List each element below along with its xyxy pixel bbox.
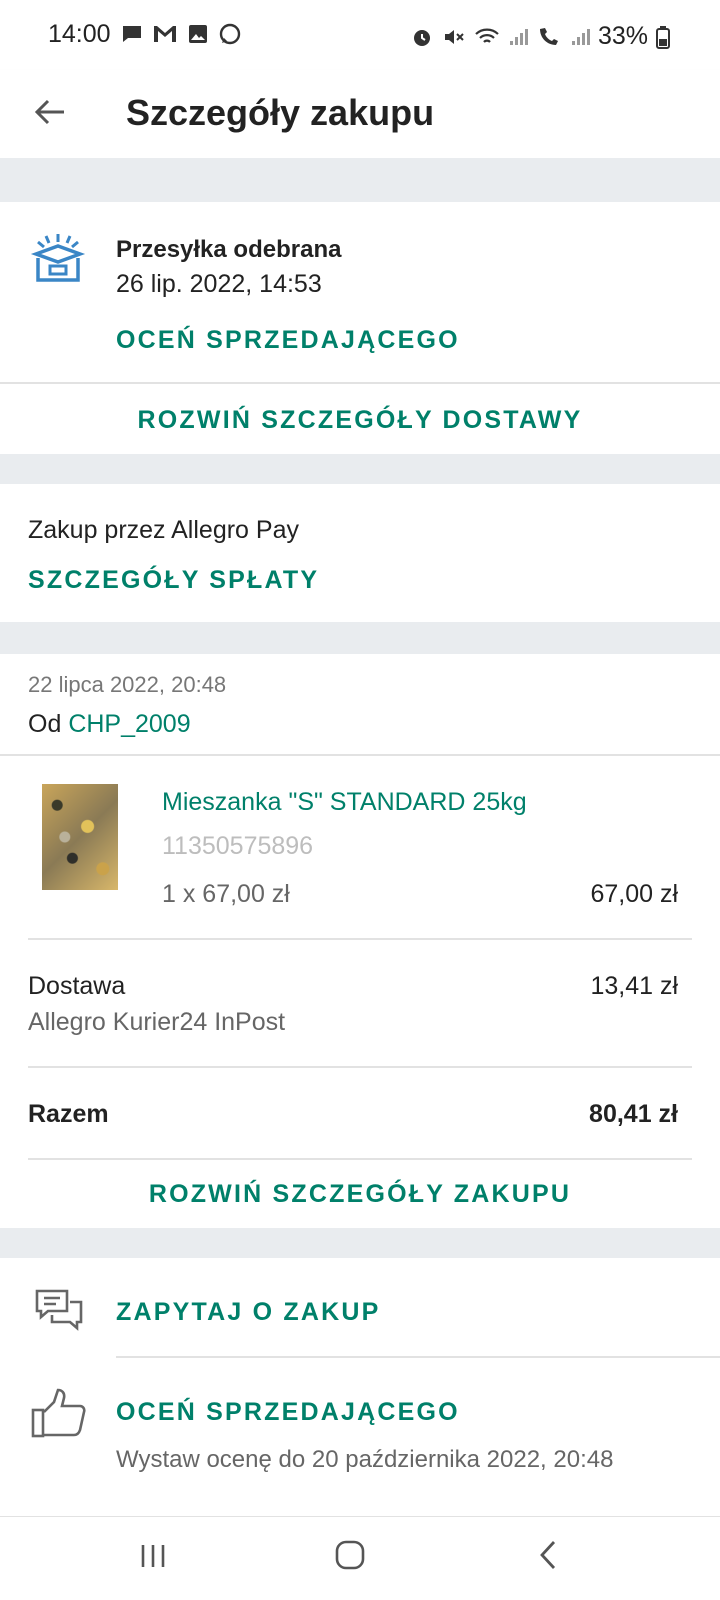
sum-value: 80,41 zł (589, 1100, 678, 1128)
actions-section: ZAPYTAJ O ZAKUP OCEŃ SPRZEDAJĄCEGO Wysta… (0, 1258, 720, 1516)
rate-seller-action-link[interactable]: OCEŃ SPRZEDAJĄCEGO (116, 1398, 460, 1427)
status-icons-left (120, 22, 242, 46)
sum-label: Razem (28, 1100, 109, 1128)
message-icon (123, 26, 141, 42)
product-qty-price: 1 x 67,00 zł (162, 880, 290, 908)
gallery-icon (189, 25, 207, 43)
order-section: 22 lipca 2022, 20:48 Od CHP_2009 Mieszan… (0, 654, 720, 1228)
signal-icon (571, 28, 590, 45)
payment-details-link[interactable]: SZCZEGÓŁY SPŁATY (28, 566, 319, 595)
ask-about-purchase-row[interactable]: ZAPYTAJ O ZAKUP (0, 1258, 720, 1356)
system-nav-bar (0, 1516, 720, 1600)
order-date: 22 lipca 2022, 20:48 (28, 672, 227, 697)
rate-seller-deadline: Wystaw ocenę do 20 października 2022, 20… (116, 1446, 614, 1473)
payment-text: Zakup przez Allegro Pay (28, 516, 299, 544)
mute-icon (444, 29, 464, 44)
battery-percent: 33% (597, 22, 648, 50)
wifi-call-icon (539, 27, 558, 45)
thumbs-up-icon (31, 1388, 86, 1438)
whatsapp-icon (219, 23, 241, 45)
wifi-icon (475, 28, 499, 43)
gmail-icon (154, 26, 176, 42)
shipping-method: Allegro Kurier24 InPost (28, 1008, 286, 1036)
divider (28, 1066, 692, 1068)
page-title: Szczegóły zakupu (126, 92, 435, 133)
product-total: 67,00 zł (590, 880, 678, 908)
section-spacer (0, 454, 720, 484)
shipping-label: Dostawa (28, 972, 126, 1000)
delivery-datetime: 26 lip. 2022, 14:53 (116, 270, 322, 298)
chat-bubbles-icon (35, 1289, 83, 1331)
section-spacer (0, 1228, 720, 1258)
divider (28, 938, 692, 940)
product-id: 11350575896 (162, 832, 314, 860)
section-spacer (0, 158, 720, 202)
delivery-status: Przesyłka odebrana (116, 236, 342, 263)
divider (0, 754, 720, 756)
expand-delivery-details-button[interactable]: ROZWIŃ SZCZEGÓŁY DOSTAWY (0, 406, 720, 435)
status-bar: 14:00 33% (0, 0, 720, 70)
package-icon (30, 234, 86, 282)
order-seller-line: Od CHP_2009 (28, 710, 191, 739)
recent-apps-icon[interactable] (138, 1541, 168, 1571)
battery-icon (656, 25, 670, 49)
shipping-price: 13,41 zł (590, 972, 678, 1000)
divider (0, 382, 720, 384)
home-icon[interactable] (334, 1539, 366, 1571)
alarm-icon (413, 29, 430, 46)
payment-section: Zakup przez Allegro Pay SZCZEGÓŁY SPŁATY (0, 484, 720, 622)
product-thumbnail[interactable] (42, 784, 118, 890)
section-spacer (0, 622, 720, 654)
status-icons-right: 33% (410, 22, 670, 51)
ask-about-purchase-link[interactable]: ZAPYTAJ O ZAKUP (116, 1298, 381, 1327)
back-nav-icon[interactable] (536, 1539, 560, 1571)
app-bar: Szczegóły zakupu (0, 70, 720, 158)
signal-icon (509, 28, 528, 45)
arrow-left-icon[interactable] (30, 92, 70, 132)
rate-seller-row[interactable]: OCEŃ SPRZEDAJĄCEGO Wystaw ocenę do 20 pa… (0, 1358, 720, 1516)
divider (28, 1158, 692, 1160)
rate-seller-link[interactable]: OCEŃ SPRZEDAJĄCEGO (116, 326, 460, 355)
status-time: 14:00 (48, 20, 111, 48)
product-name-link[interactable]: Mieszanka "S" STANDARD 25kg (162, 788, 527, 817)
seller-prefix: Od (28, 710, 62, 738)
seller-link[interactable]: CHP_2009 (68, 710, 190, 738)
delivery-section: Przesyłka odebrana 26 lip. 2022, 14:53 O… (0, 202, 720, 454)
expand-purchase-details-button[interactable]: ROZWIŃ SZCZEGÓŁY ZAKUPU (0, 1180, 720, 1209)
